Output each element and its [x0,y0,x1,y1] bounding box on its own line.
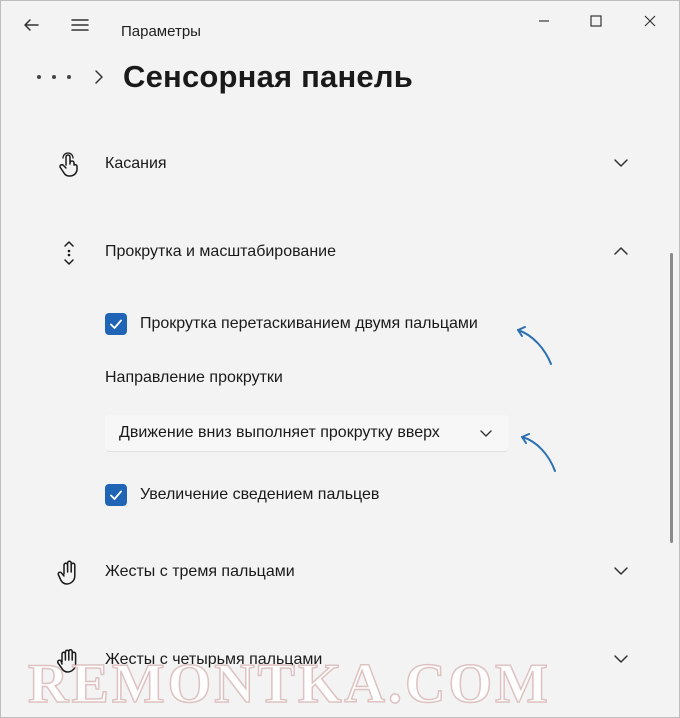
chevron-down-icon [614,159,628,167]
dot-icon [67,75,71,79]
dot-icon [37,75,41,79]
chevron-up-icon [614,247,628,255]
settings-window: Параметры Сенсорная панель Касания Прокр… [0,0,680,718]
page-title: Сенсорная панель [123,59,414,94]
breadcrumb-more-button[interactable] [37,71,71,83]
back-arrow-icon [24,19,39,31]
dot-icon [52,75,56,79]
section-three-finger-label: Жесты с тремя пальцами [105,563,295,580]
back-button[interactable] [19,13,43,37]
scroll-arrows-icon [64,241,74,265]
chevron-down-icon [480,430,492,437]
two-finger-drag-checkbox[interactable] [105,313,127,335]
annotation-arrow-icon [521,433,556,472]
chevron-down-icon [614,567,628,575]
hamburger-icon [71,19,89,31]
app-title: Параметры [121,23,201,40]
pinch-zoom-checkbox[interactable] [105,484,127,506]
breadcrumb-chevron-icon [95,70,103,84]
title-bar: Параметры [1,1,679,57]
scroll-direction-dropdown[interactable]: Движение вниз выполняет прокрутку вверх [105,415,509,452]
two-finger-drag-label: Прокрутка перетаскиванием двумя пальцами [140,315,478,332]
tap-hand-icon [59,152,78,177]
maximize-icon [590,15,602,27]
section-taps-label: Касания [105,155,167,172]
section-taps[interactable]: Касания [41,137,641,193]
two-finger-drag-option: Прокрутка перетаскиванием двумя пальцами [105,311,525,339]
scroll-direction-label: Направление прокрутки [105,369,283,386]
menu-button[interactable] [68,13,92,37]
pinch-zoom-label: Увеличение сведением пальцев [140,486,380,503]
checkmark-icon [110,490,122,500]
vertical-scrollbar[interactable] [670,253,673,543]
minimize-icon [539,20,549,22]
close-icon [644,15,656,27]
watermark-text: REMONTKA.COM [27,652,551,716]
section-scroll-zoom[interactable]: Прокрутка и масштабирование [41,225,641,281]
pinch-zoom-option: Увеличение сведением пальцев [105,482,425,510]
checkmark-icon [110,319,122,329]
minimize-button[interactable] [521,7,567,35]
hand-three-fingers-icon [57,560,76,585]
annotation-arrow-icon [517,326,552,365]
maximize-button[interactable] [573,7,619,35]
scroll-direction-value: Движение вниз выполняет прокрутку вверх [119,424,440,441]
section-three-finger-gestures[interactable]: Жесты с тремя пальцами [41,545,641,601]
section-scroll-zoom-label: Прокрутка и масштабирование [105,243,336,260]
close-button[interactable] [627,7,673,35]
